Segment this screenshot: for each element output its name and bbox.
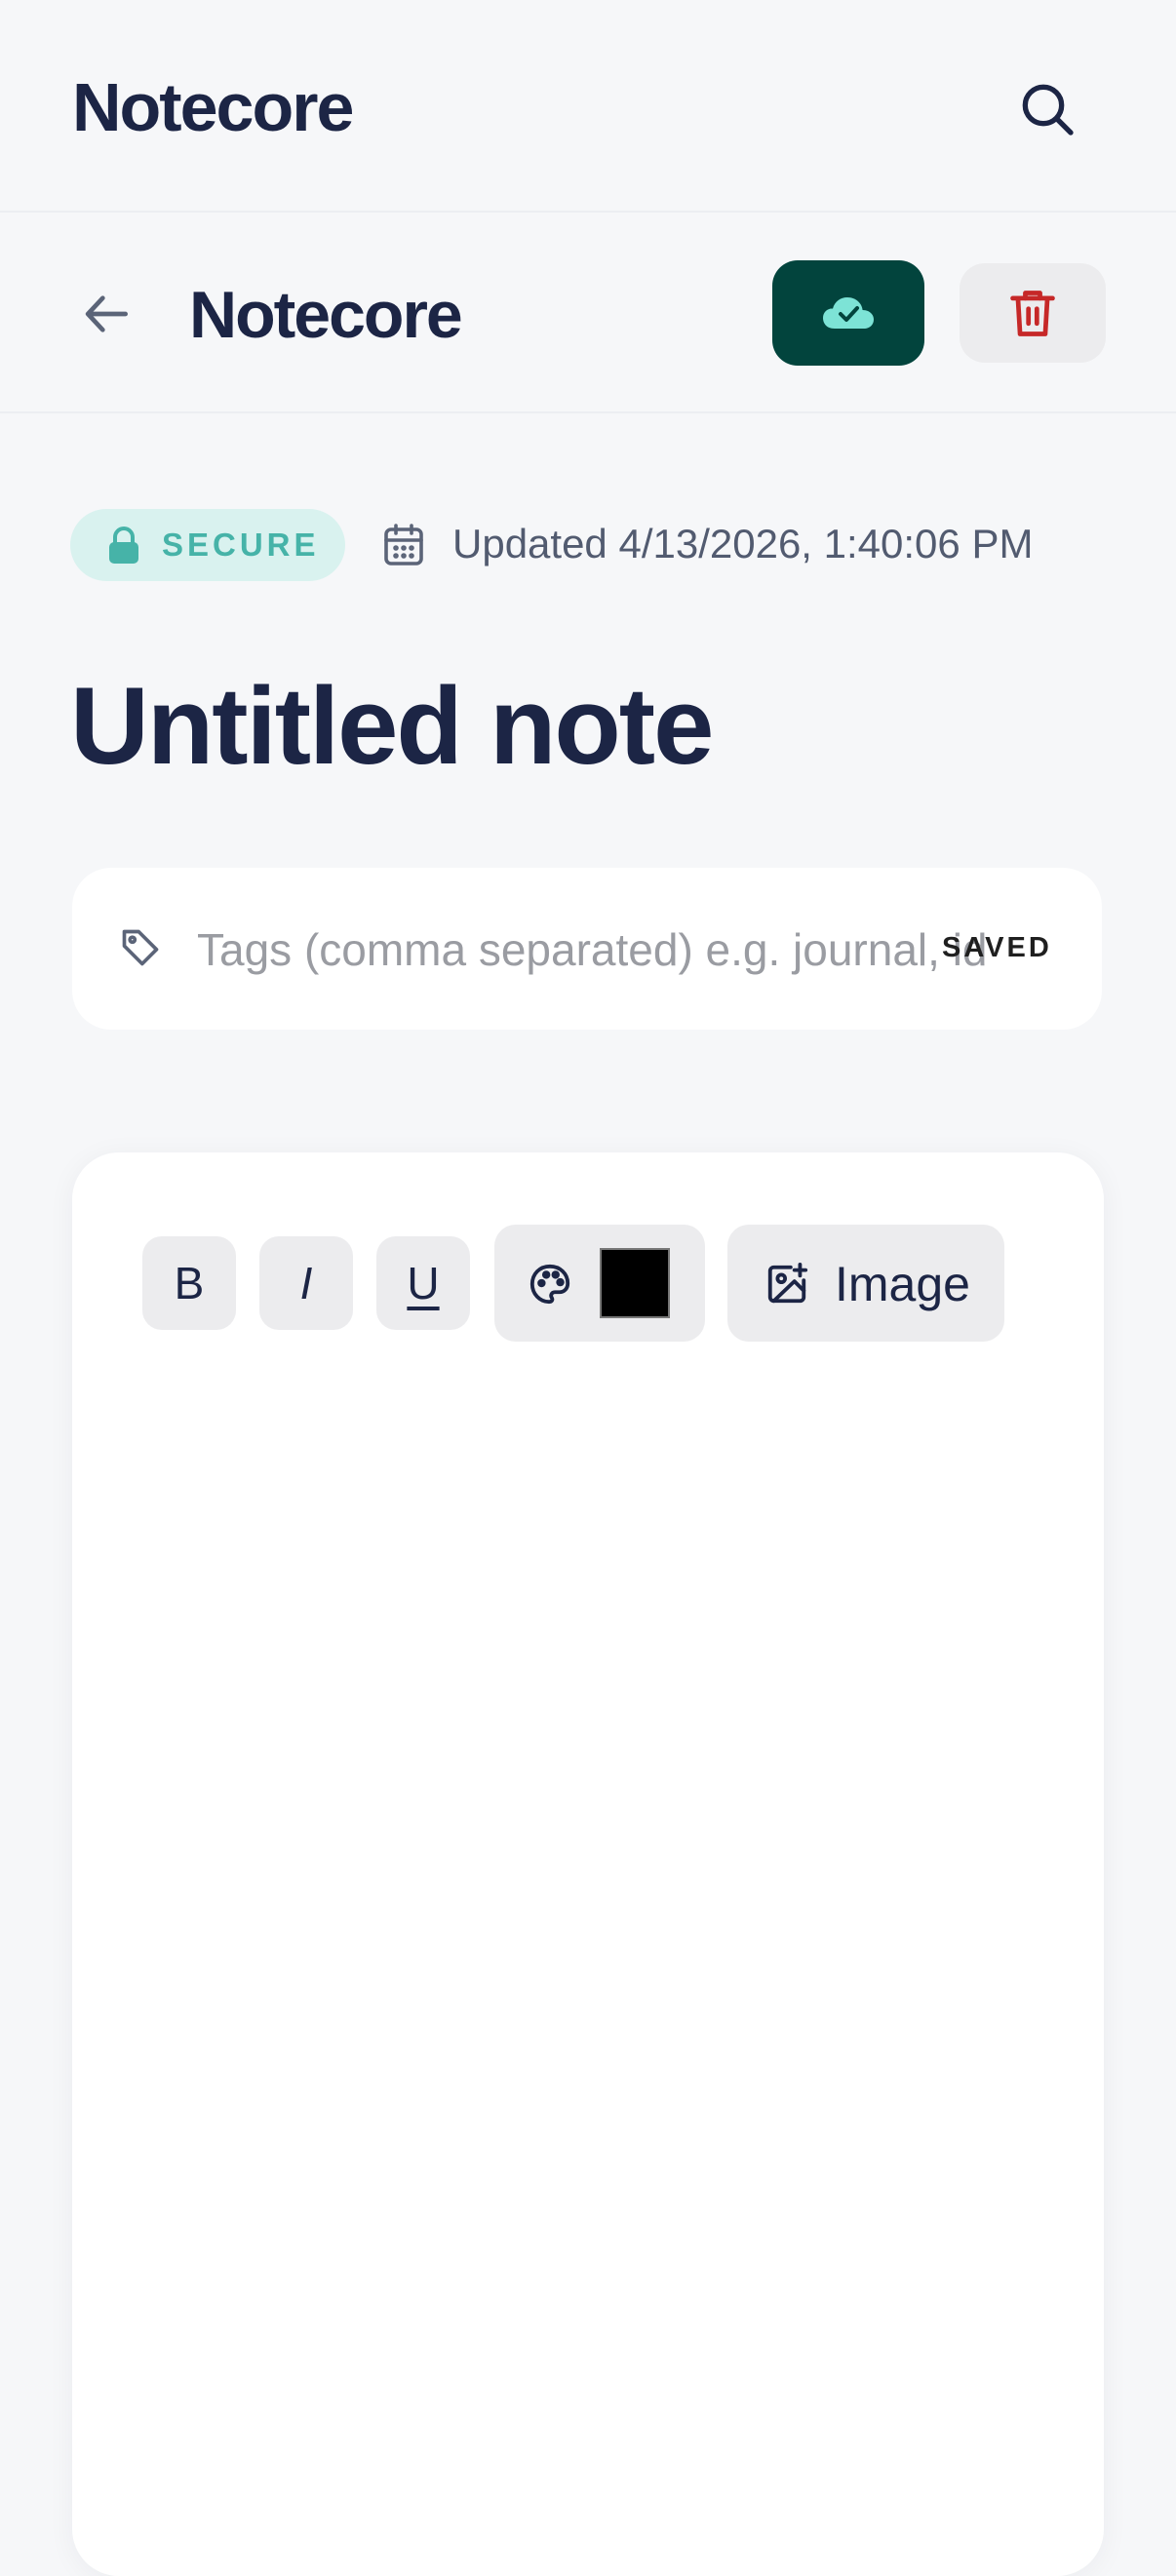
italic-button-label: I — [299, 1258, 313, 1308]
note-title[interactable]: Untitled note — [70, 663, 714, 789]
bold-button[interactable]: B — [142, 1236, 236, 1330]
insert-image-button[interactable]: Image — [727, 1225, 1004, 1342]
search-icon — [1022, 84, 1074, 136]
arrow-left-icon — [85, 295, 129, 332]
search-button[interactable] — [1004, 66, 1090, 152]
cloud-check-icon — [823, 297, 874, 329]
back-button[interactable] — [68, 275, 146, 353]
insert-image-label: Image — [835, 1257, 970, 1311]
secure-badge: SECURE — [70, 509, 345, 581]
underline-button-label: U — [407, 1258, 440, 1308]
color-swatch[interactable] — [600, 1248, 670, 1318]
note-toolbar: Notecore — [0, 215, 1176, 413]
note-meta-row: SECURE Updated 4/13/2026, 1:40:06 PM — [70, 509, 1123, 581]
image-plus-icon — [767, 1262, 808, 1304]
secure-badge-label: SECURE — [162, 527, 320, 563]
tags-input[interactable] — [197, 915, 985, 985]
tags-saved-status: SAVED — [942, 932, 1052, 963]
italic-button[interactable]: I — [259, 1236, 353, 1330]
underline-button[interactable]: U — [376, 1236, 470, 1330]
calendar-icon — [384, 524, 423, 566]
tag-icon — [122, 929, 159, 966]
app-logo-text: Notecore — [72, 69, 354, 145]
text-color-picker[interactable] — [494, 1225, 705, 1342]
tags-card: SAVED — [72, 868, 1102, 1030]
updated-timestamp: Updated 4/13/2026, 1:40:06 PM — [452, 521, 1034, 566]
trash-icon — [1010, 291, 1055, 336]
editor-card[interactable]: B I U Image — [72, 1152, 1104, 2576]
delete-button[interactable] — [960, 263, 1106, 363]
note-bar-title: Notecore — [189, 278, 463, 352]
bold-button-label: B — [174, 1258, 205, 1308]
sync-button[interactable] — [772, 260, 924, 366]
app-header: Notecore — [0, 0, 1176, 213]
lock-icon — [109, 527, 138, 564]
palette-icon — [529, 1264, 570, 1305]
